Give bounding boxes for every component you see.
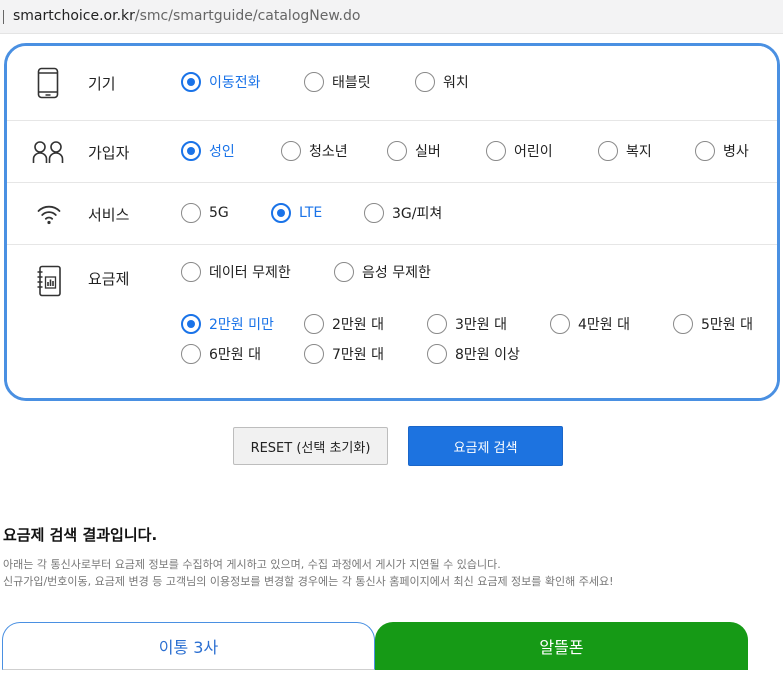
radio-button[interactable] xyxy=(181,262,201,282)
service-option-5g[interactable]: 5G xyxy=(181,203,229,223)
reset-button[interactable]: RESET (선택 초기화) xyxy=(233,427,388,465)
results-notice-2: 신규가입/번호이동, 요금제 변경 등 고객님의 이용정보를 변경할 경우에는 … xyxy=(3,575,614,588)
option-label: 2만원 미만 xyxy=(209,317,274,333)
option-label: 워치 xyxy=(443,75,469,91)
price-option-50k[interactable]: 5만원 대 xyxy=(673,314,753,334)
option-label: 복지 xyxy=(626,144,652,160)
option-label: 2만원 대 xyxy=(332,317,384,333)
radio-button[interactable] xyxy=(304,314,324,334)
url-host: smartchoice.or.kr xyxy=(13,8,135,24)
radio-button-checked[interactable] xyxy=(271,203,291,223)
radio-button[interactable] xyxy=(415,72,435,92)
plan-option-unlimited-voice[interactable]: 음성 무제한 xyxy=(334,262,431,282)
option-label: LTE xyxy=(299,205,323,221)
radio-button[interactable] xyxy=(427,344,447,364)
service-row: 서비스 5G LTE 3G/피쳐 xyxy=(7,183,777,245)
subscriber-option-teen[interactable]: 청소년 xyxy=(281,141,348,161)
radio-button[interactable] xyxy=(387,141,407,161)
device-option-tablet[interactable]: 태블릿 xyxy=(304,72,371,92)
price-option-70k[interactable]: 7만원 대 xyxy=(304,344,384,364)
subscriber-option-child[interactable]: 어린이 xyxy=(486,141,553,161)
option-label: 병사 xyxy=(723,144,749,160)
subscriber-label: 가입자 xyxy=(88,144,130,162)
radio-button[interactable] xyxy=(673,314,693,334)
price-option-30k[interactable]: 3만원 대 xyxy=(427,314,507,334)
url-text[interactable]: smartchoice.or.kr/smc/smartguide/catalog… xyxy=(13,8,360,24)
tab-major-carriers[interactable]: 이통 3사 xyxy=(2,622,375,670)
option-label: 실버 xyxy=(415,144,441,160)
radio-button[interactable] xyxy=(598,141,618,161)
url-path: /smc/smartguide/catalogNew.do xyxy=(134,8,361,24)
plan-row: 요금제 데이터 무제한 음성 무제한 2만원 미만 2만원 대 3만원 대 4만… xyxy=(7,245,777,398)
device-option-watch[interactable]: 워치 xyxy=(415,72,469,92)
service-row-head: 서비스 xyxy=(7,183,152,244)
radio-button[interactable] xyxy=(364,203,384,223)
option-label: 5G xyxy=(209,205,229,221)
smartphone-icon xyxy=(33,66,63,100)
price-option-80k-plus[interactable]: 8만원 이상 xyxy=(427,344,520,364)
radio-button-checked[interactable] xyxy=(181,314,201,334)
device-label: 기기 xyxy=(88,75,116,93)
option-label: 음성 무제한 xyxy=(362,265,431,281)
option-label: 4만원 대 xyxy=(578,317,630,333)
device-row-head: 기기 xyxy=(7,46,152,120)
price-option-60k[interactable]: 6만원 대 xyxy=(181,344,261,364)
option-label: 어린이 xyxy=(514,144,553,160)
radio-button[interactable] xyxy=(181,344,201,364)
search-plan-button[interactable]: 요금제 검색 xyxy=(408,426,563,466)
subscriber-option-senior[interactable]: 실버 xyxy=(387,141,441,161)
subscriber-option-soldier[interactable]: 병사 xyxy=(695,141,749,161)
radio-button[interactable] xyxy=(304,72,324,92)
option-label: 데이터 무제한 xyxy=(209,265,291,281)
option-label: 5만원 대 xyxy=(701,317,753,333)
service-options: 5G LTE 3G/피쳐 xyxy=(152,183,777,244)
subscriber-row-head: 가입자 xyxy=(7,121,152,182)
price-option-20k[interactable]: 2만원 대 xyxy=(304,314,384,334)
device-option-mobile[interactable]: 이동전화 xyxy=(181,72,261,92)
device-row: 기기 이동전화 태블릿 워치 xyxy=(7,46,777,121)
radio-button-checked[interactable] xyxy=(181,141,201,161)
option-label: 3만원 대 xyxy=(455,317,507,333)
service-label: 서비스 xyxy=(88,206,130,224)
service-option-3g[interactable]: 3G/피쳐 xyxy=(364,203,442,223)
filter-panel: 기기 이동전화 태블릿 워치 가입자 성인 청소년 실버 어린이 복지 병사 서… xyxy=(4,43,780,401)
radio-button[interactable] xyxy=(550,314,570,334)
text-cursor xyxy=(3,10,4,24)
option-label: 3G/피쳐 xyxy=(392,206,443,222)
subscriber-option-adult[interactable]: 성인 xyxy=(181,141,235,161)
option-label: 태블릿 xyxy=(332,75,371,91)
device-options: 이동전화 태블릿 워치 xyxy=(152,46,777,120)
plan-options: 데이터 무제한 음성 무제한 2만원 미만 2만원 대 3만원 대 4만원 대 … xyxy=(152,245,777,398)
plan-option-unlimited-data[interactable]: 데이터 무제한 xyxy=(181,262,291,282)
radio-button[interactable] xyxy=(181,203,201,223)
radio-button[interactable] xyxy=(281,141,301,161)
option-label: 성인 xyxy=(209,144,235,160)
price-option-under-20k[interactable]: 2만원 미만 xyxy=(181,314,274,334)
subscriber-option-welfare[interactable]: 복지 xyxy=(598,141,652,161)
plan-row-head: 요금제 xyxy=(7,245,152,398)
price-option-40k[interactable]: 4만원 대 xyxy=(550,314,630,334)
service-option-lte[interactable]: LTE xyxy=(271,203,322,223)
radio-button[interactable] xyxy=(695,141,715,161)
option-label: 8만원 이상 xyxy=(455,347,520,363)
option-label: 이동전화 xyxy=(209,75,261,91)
radio-button[interactable] xyxy=(334,262,354,282)
subscriber-options: 성인 청소년 실버 어린이 복지 병사 xyxy=(152,121,777,182)
option-label: 7만원 대 xyxy=(332,347,384,363)
plan-label: 요금제 xyxy=(88,270,130,288)
radio-button-checked[interactable] xyxy=(181,72,201,92)
results-title: 요금제 검색 결과입니다. xyxy=(3,526,158,544)
address-bar[interactable]: smartchoice.or.kr/smc/smartguide/catalog… xyxy=(0,0,783,34)
price-chart-book-icon xyxy=(34,264,64,298)
users-icon xyxy=(32,138,64,166)
option-label: 6만원 대 xyxy=(209,347,261,363)
subscriber-row: 가입자 성인 청소년 실버 어린이 복지 병사 xyxy=(7,121,777,183)
wifi-icon xyxy=(34,201,64,227)
tab-mvno[interactable]: 알뜰폰 xyxy=(375,622,748,670)
radio-button[interactable] xyxy=(304,344,324,364)
radio-button[interactable] xyxy=(486,141,506,161)
option-label: 청소년 xyxy=(309,144,348,160)
results-notice-1: 아래는 각 통신사로부터 요금제 정보를 수집하여 게시하고 있으며, 수집 과… xyxy=(3,558,501,571)
radio-button[interactable] xyxy=(427,314,447,334)
